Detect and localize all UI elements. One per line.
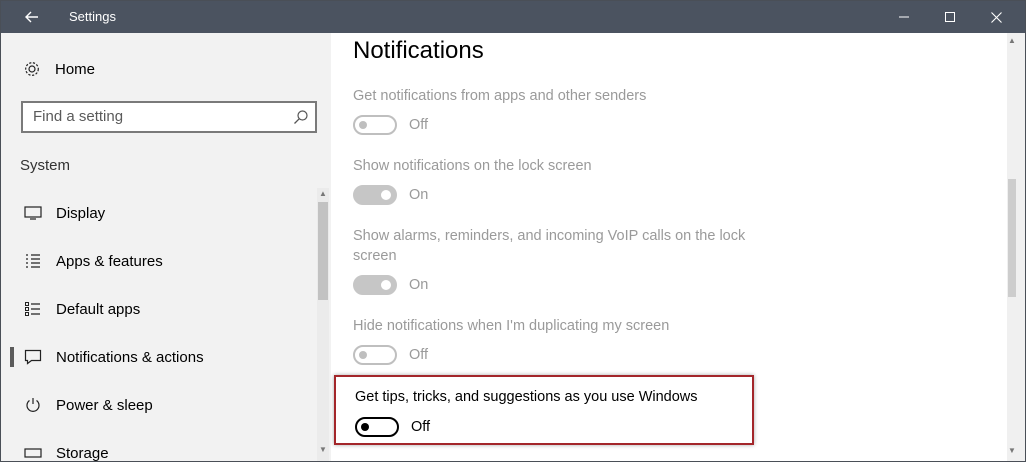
sidebar-item-label: Apps & features: [56, 252, 163, 270]
setting-toggle-row: Off: [355, 417, 430, 437]
setting-toggle-row: On: [353, 185, 428, 205]
setting-label: Get tips, tricks, and suggestions as you…: [355, 389, 698, 405]
sidebar-scroll-thumb[interactable]: [318, 202, 328, 300]
default-apps-icon: [23, 299, 43, 319]
setting-label: Hide notifications when I'm duplicating …: [353, 318, 670, 334]
toggle-switch[interactable]: [353, 185, 397, 205]
sidebar-item-apps-features[interactable]: Apps & features: [1, 241, 317, 281]
sidebar-item-display[interactable]: Display: [1, 193, 317, 233]
toggle-knob: [381, 190, 391, 200]
section-header-system: System: [20, 157, 71, 174]
sidebar-item-storage[interactable]: Storage: [1, 433, 317, 461]
toggle-knob: [359, 121, 367, 129]
setting-toggle-row: Off: [353, 345, 428, 365]
close-button[interactable]: [973, 1, 1019, 33]
toggle-knob: [361, 423, 369, 431]
back-button[interactable]: [1, 1, 63, 33]
content-pane: Notifications Get notifications from app…: [331, 33, 1007, 461]
sidebar-item-default-apps[interactable]: Default apps: [1, 289, 317, 329]
toggle-knob: [381, 280, 391, 290]
minimize-button[interactable]: [881, 1, 927, 33]
power-icon: [23, 395, 43, 415]
sidebar-item-notifications-actions[interactable]: Notifications & actions: [1, 337, 317, 377]
settings-window: Settings Home Find a setting System Disp…: [0, 0, 1026, 462]
close-icon: [990, 11, 1002, 23]
search-input[interactable]: Find a setting: [21, 101, 317, 133]
setting-toggle-row: On: [353, 275, 428, 295]
maximize-icon: [945, 12, 955, 22]
setting-label: Show notifications on the lock screen: [353, 158, 592, 174]
setting-label: Get notifications from apps and other se…: [353, 88, 647, 104]
notification-icon: [23, 347, 43, 367]
home-label: Home: [55, 60, 96, 78]
content-scroll-thumb[interactable]: [1008, 179, 1016, 297]
sidebar-scrollbar[interactable]: ▲ ▼: [317, 188, 329, 461]
highlight-box: Get tips, tricks, and suggestions as you…: [334, 375, 754, 445]
sidebar-item-power-sleep[interactable]: Power & sleep: [1, 385, 317, 425]
content-scrollbar[interactable]: ▲ ▼: [1007, 33, 1025, 461]
sidebar-item-label: Storage: [56, 444, 109, 462]
sidebar-item-label: Notifications & actions: [56, 348, 204, 366]
sidebar-item-label: Display: [56, 204, 106, 222]
toggle-state-label: Off: [409, 117, 429, 133]
title-bar: Settings: [1, 1, 1025, 33]
toggle-knob: [359, 351, 367, 359]
scroll-up-arrow-icon[interactable]: ▲: [319, 190, 327, 198]
scroll-down-arrow-icon[interactable]: ▼: [319, 446, 327, 454]
search-icon: [294, 110, 308, 124]
page-title: Notifications: [353, 37, 484, 64]
sidebar: Home Find a setting System Display Apps …: [1, 33, 331, 461]
minimize-icon: [899, 16, 909, 18]
setting-label: Show alarms, reminders, and incoming VoI…: [353, 228, 746, 264]
scroll-up-arrow-icon[interactable]: ▲: [1008, 37, 1016, 45]
display-icon: [23, 203, 43, 223]
tips-toggle-switch[interactable]: [355, 417, 399, 437]
setting-toggle-row: Off: [353, 115, 428, 135]
sidebar-item-label: Default apps: [56, 300, 141, 318]
scroll-down-arrow-icon[interactable]: ▼: [1008, 447, 1016, 455]
toggle-state-label: Off: [411, 419, 431, 435]
maximize-button[interactable]: [927, 1, 973, 33]
home-link[interactable]: Home: [23, 55, 95, 83]
toggle-switch[interactable]: [353, 275, 397, 295]
search-placeholder: Find a setting: [33, 108, 124, 125]
toggle-state-label: Off: [409, 347, 429, 363]
toggle-state-label: On: [409, 277, 429, 293]
toggle-state-label: On: [409, 187, 429, 203]
storage-icon: [23, 443, 43, 461]
toggle-switch[interactable]: [353, 115, 397, 135]
window-title: Settings: [69, 9, 116, 24]
back-arrow-icon: [25, 11, 38, 23]
sidebar-item-label: Power & sleep: [56, 396, 153, 414]
active-indicator: [10, 347, 14, 367]
gear-icon: [25, 62, 39, 76]
apps-list-icon: [23, 251, 43, 271]
toggle-switch[interactable]: [353, 345, 397, 365]
